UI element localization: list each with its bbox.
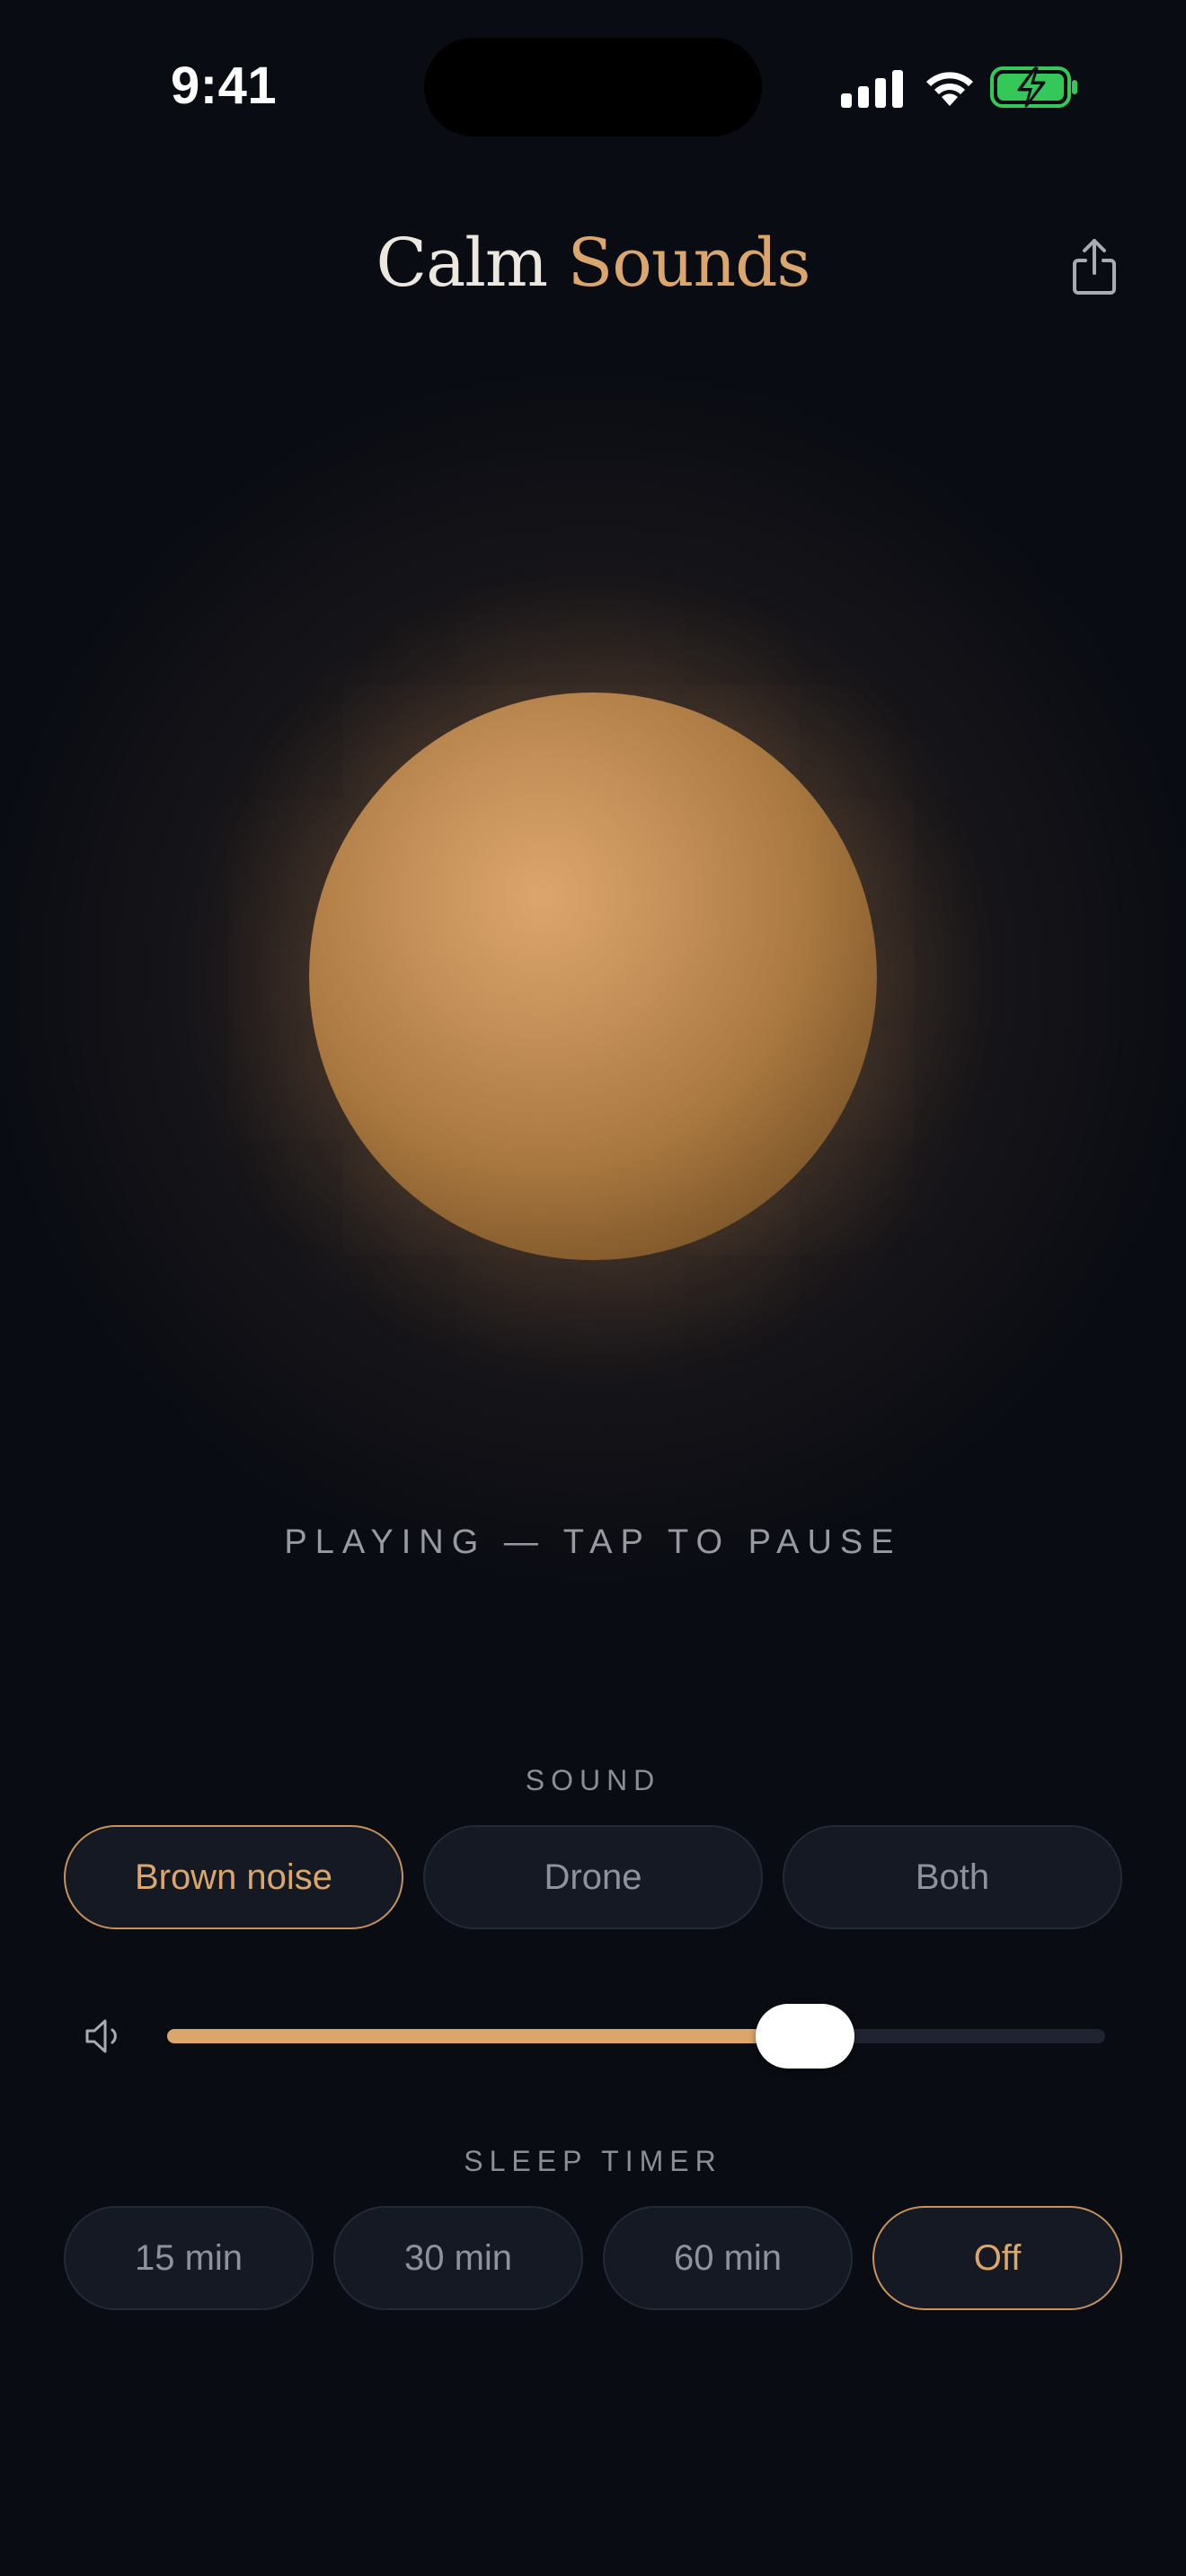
sound-option-label: Brown noise [134,1857,333,1897]
sound-option-drone[interactable]: Drone [423,1825,763,1929]
timer-option-label: Off [973,2237,1022,2278]
timer-option-15-min[interactable]: 15 min [64,2206,314,2310]
speaker-icon [85,2019,117,2053]
orb-area [0,377,1186,1581]
volume-slider-fill [167,2029,805,2043]
timer-option-off[interactable]: Off [872,2206,1122,2310]
timer-option-label: 30 min [403,2237,513,2278]
share-icon [1073,239,1116,295]
sound-option-brown-noise[interactable]: Brown noise [64,1825,403,1929]
status-bar: 9:41 [0,0,1186,171]
volume-slider-thumb[interactable] [755,2004,854,2069]
sleep-timer-section-label: SLEEP TIMER [464,2145,722,2177]
playback-status: PLAYING — TAP TO PAUSE [284,1523,902,1561]
volume-slider[interactable] [167,2004,1105,2069]
timer-option-30-min[interactable]: 30 min [333,2206,583,2310]
app-title-part1: Calm [376,225,548,302]
timer-option-label: 15 min [134,2237,243,2278]
volume-control [0,1999,1186,2071]
battery-charging-icon [990,66,1077,108]
app-title: Calm Sounds [0,225,1186,302]
status-icons [836,63,1087,110]
timer-option-60-min[interactable]: 60 min [603,2206,853,2310]
sound-option-label: Both [915,1857,990,1897]
wifi-icon [926,72,973,106]
dynamic-island [424,38,762,137]
sound-option-label: Drone [544,1857,642,1897]
sound-option-both[interactable]: Both [783,1825,1122,1929]
share-button[interactable] [1067,235,1121,298]
play-pause-orb[interactable] [309,693,877,1260]
header: Calm Sounds [0,216,1186,314]
timer-option-label: 60 min [673,2237,783,2278]
sound-section-label: SOUND [525,1764,661,1796]
cellular-signal-icon [841,70,903,108]
app-title-part2: Sounds [567,225,811,302]
status-time: 9:41 [171,57,278,115]
